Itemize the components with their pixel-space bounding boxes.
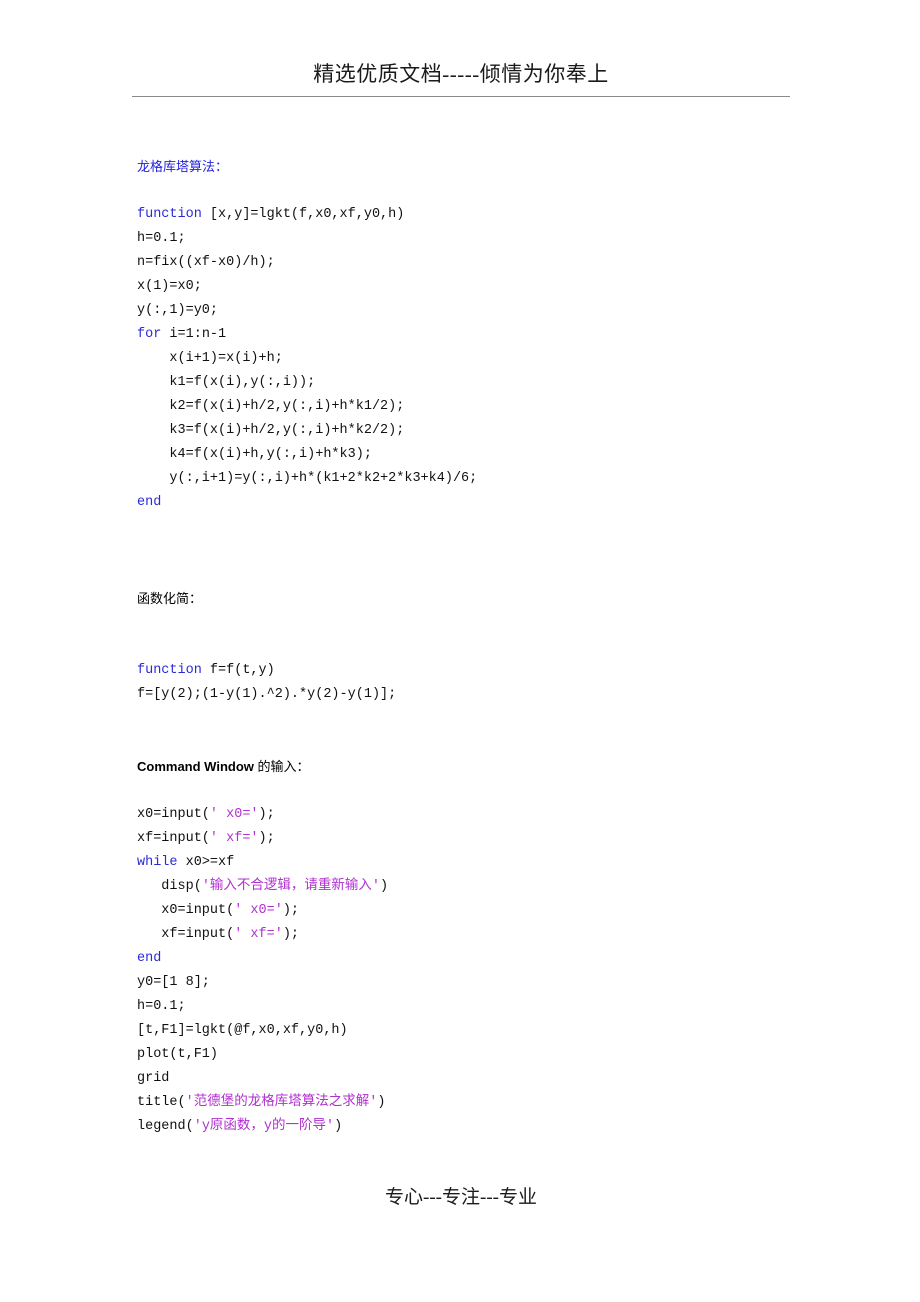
code-text: h=0.1; (137, 231, 186, 246)
code-string: '输入不合逻辑，请重新输入' (201, 879, 381, 894)
code-keyword: end (137, 495, 162, 510)
heading-command-window: Command Window 的输入： (137, 755, 837, 779)
code-text: ) (334, 1119, 343, 1134)
code-text: k4=f(x(i)+h,y(:,i)+h*k3); (137, 447, 372, 462)
code-keyword: for (137, 327, 162, 342)
code-line: x0=input(' x0='); (137, 899, 837, 923)
code-text: xf=input( (137, 831, 210, 846)
code-text: [t,F1]=lgkt(@f,x0,xf,y0,h) (137, 1023, 348, 1038)
code-line: k3=f(x(i)+h/2,y(:,i)+h*k2/2); (137, 419, 837, 443)
code-text: h=0.1; (137, 999, 186, 1014)
document-page: 精选优质文档-----倾情为你奉上 龙格库塔算法： function [x,y]… (0, 0, 920, 1302)
code-text: ); (258, 831, 275, 846)
code-text: k2=f(x(i)+h/2,y(:,i)+h*k1/2); (137, 399, 405, 414)
code-line: n=fix((xf-x0)/h); (137, 251, 837, 275)
code-line: h=0.1; (137, 227, 837, 251)
code-line: k1=f(x(i),y(:,i)); (137, 371, 837, 395)
code-string: ' x0=' (209, 807, 259, 822)
code-line: disp('输入不合逻辑，请重新输入') (137, 875, 837, 899)
code-text: k1=f(x(i),y(:,i)); (137, 375, 316, 390)
code-line: k2=f(x(i)+h/2,y(:,i)+h*k1/2); (137, 395, 837, 419)
heading-command-window-latin: Command Window (137, 759, 258, 774)
code-block-command: x0=input(' x0='); xf=input(' xf='); while … (137, 803, 837, 1139)
page-header: 精选优质文档-----倾情为你奉上 (132, 60, 790, 88)
heading-runge-kutta: 龙格库塔算法： (137, 159, 229, 174)
code-text: ); (282, 903, 300, 918)
code-line: xf=input(' xf='); (137, 923, 837, 947)
page-footer: 专心---专注---专业 (132, 1185, 790, 1211)
code-text: ); (258, 807, 275, 822)
code-line: end (137, 491, 837, 515)
heading-command-window-cn: 的输入： (257, 759, 310, 774)
code-line: h=0.1; (137, 995, 837, 1019)
code-text: ) (380, 879, 389, 894)
code-text: grid (137, 1071, 170, 1086)
code-text: ); (282, 927, 300, 942)
code-line: x(1)=x0; (137, 275, 837, 299)
code-block-lgkt: function [x,y]=lgkt(f,x0,xf,y0,h) h=0.1; n… (137, 203, 837, 515)
code-string: ' xf=' (234, 927, 283, 942)
code-line: title('范德堡的龙格库塔算法之求解') (137, 1091, 837, 1115)
code-text: x0>=xf (177, 855, 235, 870)
code-text: f=f(t,y) (201, 663, 275, 678)
code-line: legend('y原函数，y的一阶导') (137, 1115, 837, 1139)
code-text: f=[y(2);(1-y(1).^2).*y(2)-y(1)]; (137, 687, 397, 702)
header-divider (132, 96, 790, 97)
code-text: x(i+1)=x(i)+h; (137, 351, 283, 366)
code-line: y0=[1 8]; (137, 971, 837, 995)
code-keyword: function (137, 663, 202, 678)
code-line: while x0>=xf (137, 851, 837, 875)
code-text: n=fix((xf-x0)/h); (137, 255, 275, 270)
code-text: plot(t,F1) (137, 1047, 219, 1062)
code-text: x(1)=x0; (137, 279, 202, 294)
code-line: x(i+1)=x(i)+h; (137, 347, 837, 371)
code-string: 'y原函数，y的一阶导' (193, 1119, 335, 1134)
code-line: y(:,1)=y0; (137, 299, 837, 323)
code-line: for i=1:n-1 (137, 323, 837, 347)
code-text: title( (137, 1095, 186, 1110)
document-body: 龙格库塔算法： function [x,y]=lgkt(f,x0,xf,y0,h… (137, 155, 837, 1139)
code-line: function [x,y]=lgkt(f,x0,xf,y0,h) (137, 203, 837, 227)
code-text: i=1:n-1 (161, 327, 227, 342)
code-line: k4=f(x(i)+h,y(:,i)+h*k3); (137, 443, 837, 467)
code-text: disp( (137, 879, 202, 894)
code-line: f=[y(2);(1-y(1).^2).*y(2)-y(1)]; (137, 683, 837, 707)
code-text: k3=f(x(i)+h/2,y(:,i)+h*k2/2); (137, 423, 405, 438)
code-keyword: while (137, 855, 178, 870)
code-text: x0=input( (137, 807, 210, 822)
code-text: legend( (137, 1119, 194, 1134)
page-header-text: 精选优质文档-----倾情为你奉上 (313, 62, 609, 86)
code-text: ) (377, 1095, 386, 1110)
code-text: x0=input( (137, 903, 235, 918)
code-text: y(:,1)=y0; (137, 303, 219, 318)
code-string: ' xf=' (209, 831, 259, 846)
code-line: x0=input(' x0='); (137, 803, 837, 827)
page-footer-text: 专心---专注---专业 (385, 1187, 537, 1208)
code-text: y(:,i+1)=y(:,i)+h*(k1+2*k2+2*k3+k4)/6; (137, 471, 478, 486)
code-text: y0=[1 8]; (137, 975, 210, 990)
code-line: [t,F1]=lgkt(@f,x0,xf,y0,h) (137, 1019, 837, 1043)
code-line: y(:,i+1)=y(:,i)+h*(k1+2*k2+2*k3+k4)/6; (137, 467, 837, 491)
code-block-f: function f=f(t,y) f=[y(2);(1-y(1).^2).*y(… (137, 659, 837, 707)
code-text: xf=input( (137, 927, 235, 942)
heading-function-simplify: 函数化简： (137, 591, 203, 606)
code-line: grid (137, 1067, 837, 1091)
code-keyword: function (137, 207, 202, 222)
code-line: function f=f(t,y) (137, 659, 837, 683)
code-keyword: end (137, 951, 162, 966)
code-string: '范德堡的龙格库塔算法之求解' (185, 1095, 378, 1110)
code-line: plot(t,F1) (137, 1043, 837, 1067)
code-text: [x,y]=lgkt(f,x0,xf,y0,h) (201, 207, 405, 222)
code-line: end (137, 947, 837, 971)
code-string: ' x0=' (234, 903, 283, 918)
code-line: xf=input(' xf='); (137, 827, 837, 851)
